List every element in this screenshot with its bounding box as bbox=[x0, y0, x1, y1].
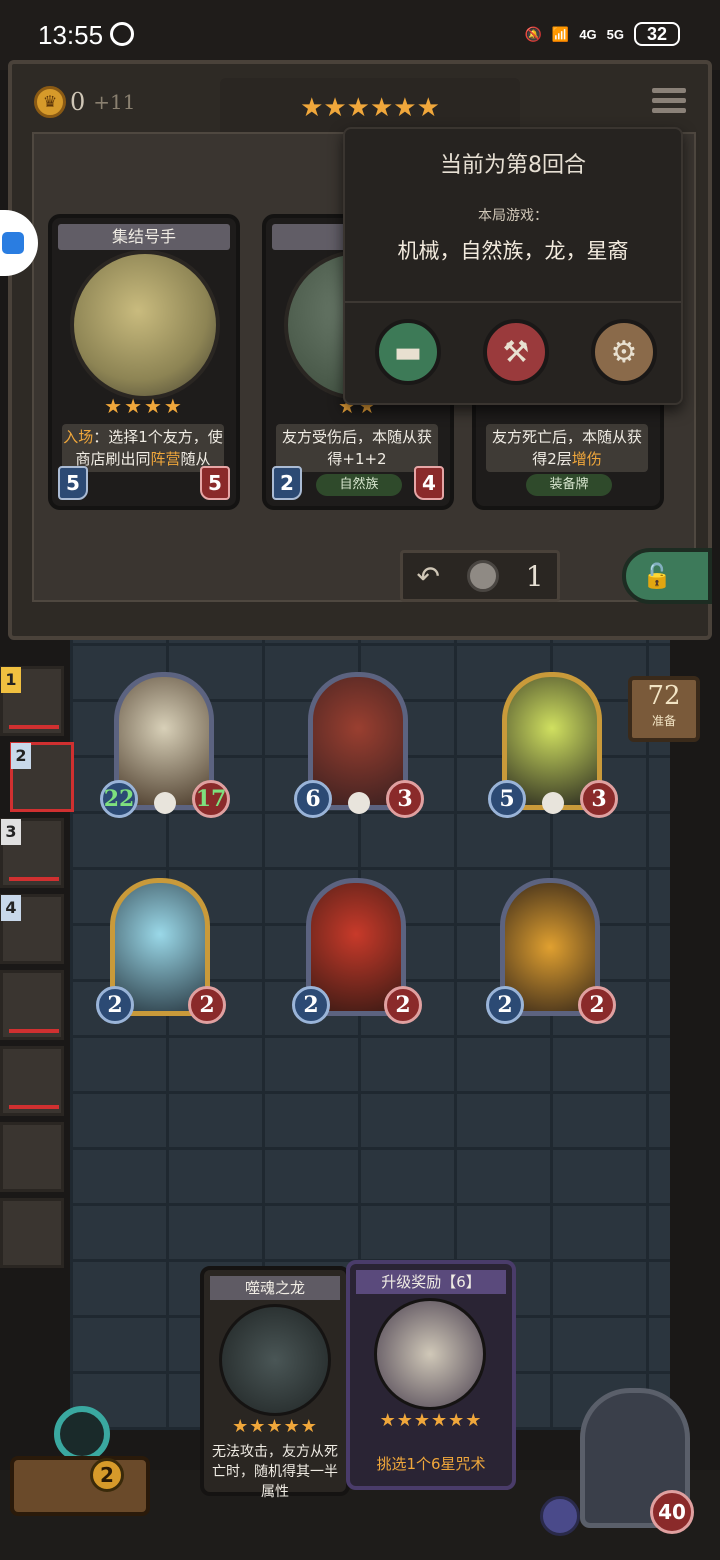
card-description: 挑选1个6星咒术 bbox=[376, 1455, 486, 1473]
board-minion[interactable]: 22 17 bbox=[100, 672, 230, 822]
coin-value: 0 bbox=[70, 88, 86, 116]
card-stars: ★★★★ bbox=[104, 394, 184, 418]
mute-icon: 🔕 bbox=[524, 25, 542, 42]
player-slot[interactable] bbox=[0, 1198, 64, 1268]
chest-icon bbox=[10, 1456, 150, 1516]
player-slot-active[interactable]: 2 bbox=[10, 742, 74, 812]
status-icons: 🔕 📶 4G 5G 32 bbox=[524, 22, 680, 46]
minion-attack: 2 bbox=[292, 986, 330, 1024]
hand-card[interactable]: 噬魂之龙 ★★★★★ 无法攻击，友方从死亡时，随机得其一半属性 bbox=[200, 1266, 350, 1500]
card-description: 无法攻击，友方从死亡时，随机得其一半属性 bbox=[212, 1444, 338, 1500]
shop-card[interactable]: 集结号手 ★★★★ 入场：选择1个友方，使商店刷出同阵营随从 5 5 bbox=[48, 214, 240, 510]
spellbook-icon bbox=[374, 1298, 486, 1410]
wifi-icon: 📶 bbox=[551, 25, 570, 42]
card-attack: 5 bbox=[58, 466, 88, 500]
minion-health: 3 bbox=[386, 780, 424, 818]
card-stars: ★★★★★ bbox=[232, 1416, 318, 1437]
coin-income: +11 bbox=[93, 90, 136, 114]
round-label: 当前为第8回合 bbox=[440, 153, 586, 178]
opponent-list: 1 2 3 4 bbox=[0, 666, 74, 1274]
minion-health: 17 bbox=[192, 780, 230, 818]
minion-health: 2 bbox=[188, 986, 226, 1024]
refresh-shop-button[interactable]: ↶ 1 bbox=[400, 550, 560, 602]
portal-icon bbox=[54, 1406, 110, 1462]
minion-attack: 5 bbox=[488, 780, 526, 818]
card-health: 5 bbox=[200, 466, 230, 500]
menu-icon[interactable] bbox=[652, 88, 686, 118]
refresh-cost: 1 bbox=[525, 559, 544, 593]
card-art bbox=[219, 1304, 331, 1416]
coin-icon bbox=[466, 560, 499, 592]
lock-shop-button[interactable]: 🔓 bbox=[622, 548, 712, 604]
board-minion[interactable]: 6 3 bbox=[294, 672, 424, 822]
board-minion[interactable]: 5 3 bbox=[488, 672, 618, 822]
minion-attack: 6 bbox=[294, 780, 332, 818]
clock: 13:55 bbox=[38, 20, 104, 50]
ready-label: 准备 bbox=[651, 714, 676, 728]
game-tribes-label: 本局游戏： bbox=[478, 208, 548, 224]
card-title: 升级奖励【6】 bbox=[356, 1270, 506, 1294]
skull-icon bbox=[348, 792, 370, 814]
network-4g: 4G bbox=[579, 26, 597, 42]
card-tribe-tag: 自然族 bbox=[316, 474, 402, 496]
minion-attack: 22 bbox=[100, 780, 138, 818]
book-icon[interactable]: ▬ bbox=[375, 319, 441, 385]
refresh-icon: ↶ bbox=[416, 559, 440, 593]
round-info-popup: 当前为第8回合 本局游戏： 机械，自然族，龙，星裔 ▬ ⚒ ⚙ bbox=[343, 127, 683, 405]
player-slot[interactable]: 3 bbox=[0, 818, 64, 888]
card-title: 噬魂之龙 bbox=[210, 1276, 340, 1300]
assistant-icon bbox=[2, 232, 24, 254]
player-rank: 4 bbox=[1, 895, 21, 921]
treasure-count: 2 bbox=[90, 1458, 124, 1492]
player-slot[interactable] bbox=[0, 1122, 64, 1192]
card-art bbox=[70, 250, 220, 400]
card-stars: ★★★★★★ bbox=[379, 1410, 483, 1431]
minion-attack: 2 bbox=[96, 986, 134, 1024]
upgrade-reward-card[interactable]: 升级奖励【6】 ★★★★★★ 挑选1个6星咒术 bbox=[346, 1260, 516, 1490]
board-minion[interactable]: 2 2 bbox=[486, 878, 616, 1028]
player-slot[interactable] bbox=[0, 970, 64, 1040]
game-tribes: 机械，自然族，龙，星裔 bbox=[397, 239, 629, 263]
card-description: 入场：选择1个友方，使商店刷出同阵营随从 bbox=[62, 424, 224, 472]
card-attack: 2 bbox=[272, 466, 302, 500]
ready-count: 72 bbox=[647, 681, 681, 711]
hero-health: 40 bbox=[650, 1490, 694, 1534]
lock-icon: 🔓 bbox=[642, 562, 672, 590]
divider bbox=[345, 301, 681, 303]
minion-health: 2 bbox=[578, 986, 616, 1024]
treasure-chest[interactable]: 2 bbox=[10, 1396, 150, 1516]
player-slot[interactable] bbox=[0, 1046, 64, 1116]
network-5g: 5G bbox=[606, 26, 624, 42]
battery-indicator: 32 bbox=[634, 22, 680, 46]
board-minion[interactable]: 2 2 bbox=[292, 878, 422, 1028]
axe-icon[interactable]: ⚒ bbox=[483, 319, 549, 385]
card-type-tag: 装备牌 bbox=[526, 474, 612, 496]
minion-health: 3 bbox=[580, 780, 618, 818]
player-rank: 3 bbox=[1, 819, 21, 845]
card-health: 4 bbox=[414, 466, 444, 500]
player-slot[interactable]: 4 bbox=[0, 894, 64, 964]
coin-counter: ♛ 0 +11 bbox=[34, 86, 136, 118]
minion-attack: 2 bbox=[486, 986, 524, 1024]
card-title: 集结号手 bbox=[58, 224, 230, 250]
card-description: 友方受伤后，本随从获得+1+2 bbox=[276, 424, 438, 472]
ready-timer: 72 准备 bbox=[628, 676, 700, 742]
player-rank: 2 bbox=[11, 743, 31, 769]
shield-icon bbox=[540, 1496, 580, 1536]
board-minion[interactable]: 2 2 bbox=[96, 878, 226, 1028]
player-slot[interactable]: 1 bbox=[0, 666, 64, 736]
player-rank: 1 bbox=[1, 667, 21, 693]
skull-icon bbox=[542, 792, 564, 814]
crown-coin-icon: ♛ bbox=[34, 86, 66, 118]
minion-health: 2 bbox=[384, 986, 422, 1024]
card-description: 友方死亡后，本随从获得2层增伤 bbox=[486, 424, 648, 472]
gear-icon[interactable]: ⚙ bbox=[591, 319, 657, 385]
alarm-icon bbox=[110, 22, 134, 46]
skull-icon bbox=[154, 792, 176, 814]
